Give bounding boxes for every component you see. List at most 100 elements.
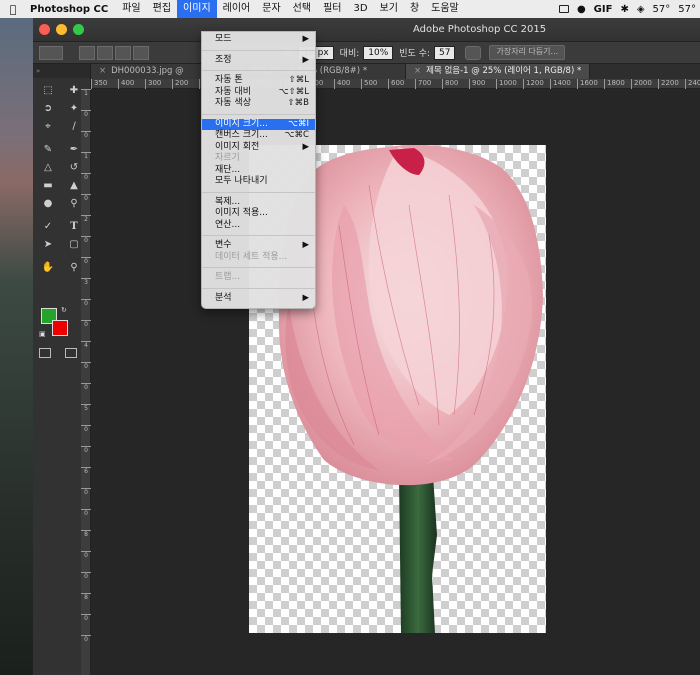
menu-separator (202, 287, 315, 289)
pen-tool-icon[interactable]: ✓ (37, 218, 59, 235)
ruler-tick-label: 0 (81, 194, 91, 202)
apple-menu-icon[interactable]:  (0, 3, 26, 16)
gif-icon[interactable]: GIF (594, 4, 613, 15)
ruler-tick-label: 0 (81, 383, 91, 391)
display-icon[interactable] (558, 5, 569, 13)
menu-item: 자르기 (202, 153, 315, 165)
menu-item-label: 조정 (215, 54, 232, 65)
ruler-tick-label: 2000 (631, 79, 652, 89)
canvas-area[interactable] (91, 89, 700, 675)
menubar-item[interactable]: 보기 (374, 0, 404, 18)
stamp-tool-icon[interactable]: △ (37, 159, 59, 176)
menu-item[interactable]: 모드 ▶ (202, 34, 315, 46)
user-icon[interactable]: ● (577, 4, 586, 15)
menu-item[interactable]: 이미지 회전 ▶ (202, 142, 315, 154)
menu-item[interactable]: 연산... (202, 220, 315, 232)
contrast-label: 대비: (339, 49, 360, 59)
menu-item[interactable]: 재단... (202, 165, 315, 177)
screen-mode-icon[interactable] (65, 348, 77, 358)
ruler-tick-label: 500 (361, 79, 377, 89)
quick-mask-icon[interactable] (39, 348, 51, 358)
menubar-item[interactable]: 선택 (287, 0, 317, 18)
ruler-tick-label: 800 (442, 79, 458, 89)
menubar-item[interactable]: 파일 (116, 0, 146, 18)
default-colors-icon[interactable]: ▣ (39, 330, 46, 338)
zoom-window-button[interactable] (73, 24, 84, 35)
marquee-tool-icon[interactable]: ⬚ (37, 82, 59, 99)
close-tab-icon[interactable]: × (414, 66, 421, 76)
lasso-tool-icon[interactable]: ➲ (37, 100, 59, 117)
eraser-tool-icon[interactable]: ▬ (37, 177, 59, 194)
ruler-tick-label: 8 (81, 530, 91, 538)
menu-item[interactable]: 분석 ▶ (202, 293, 315, 305)
frequency-input[interactable]: 57 (434, 45, 456, 60)
photoshop-window: Adobe Photoshop CC 2015 폭: 10 px 대비: 10%… (33, 18, 700, 675)
menu-separator (202, 70, 315, 71)
menu-item[interactable]: 변수 ▶ (202, 240, 315, 252)
new-selection-icon[interactable] (79, 45, 95, 60)
tools-panel-header[interactable]: » (33, 64, 90, 78)
ruler-tick-label: 1 (81, 89, 91, 97)
swap-colors-icon[interactable]: ↻ (61, 306, 67, 314)
menubar-item[interactable]: 이미지 (177, 0, 217, 18)
hand-tool-icon[interactable]: ✋ (37, 259, 59, 276)
add-selection-icon[interactable] (97, 45, 113, 60)
menu-item[interactable]: 자동 톤 ⇧⌘L (202, 75, 315, 87)
healing-brush-tool-icon[interactable]: ✎ (37, 141, 59, 158)
menu-item-label: 자동 대비 (215, 86, 251, 97)
wifi-icon[interactable]: ◈ (637, 4, 645, 15)
menu-item-label: 트랩... (215, 272, 241, 282)
ruler-tick-label: 0 (81, 614, 91, 622)
menu-item[interactable]: 이미지 크기... ⌥⌘I (202, 118, 315, 130)
menu-item[interactable]: 복제... (202, 197, 315, 209)
menubar-item[interactable]: 필터 (317, 0, 347, 18)
background-color-swatch[interactable] (52, 320, 68, 336)
menu-item[interactable]: 자동 색상 ⇧⌘B (202, 98, 315, 110)
menu-item-shortcut: ⌥⌘I (288, 118, 309, 129)
menu-item-label: 이미지 크기... (215, 118, 268, 129)
close-tab-icon[interactable]: × (99, 66, 106, 76)
menu-item: 데이터 세트 적용... (202, 252, 315, 264)
menubar-item[interactable]: 문자 (256, 0, 286, 18)
menu-separator (202, 113, 315, 115)
refine-edge-button[interactable]: 가장자리 다듬기... (489, 45, 566, 60)
status-area: ● GIF ✱ ◈ 57° 57° (558, 4, 700, 15)
menubar-item[interactable]: 편집 (147, 0, 177, 18)
menubar-item[interactable]: 창 (404, 0, 425, 18)
pen-pressure-icon[interactable] (465, 45, 482, 60)
ruler-tick-label: 0 (81, 425, 91, 433)
menu-item[interactable]: 이미지 적용... (202, 208, 315, 220)
subtract-selection-icon[interactable] (115, 45, 131, 60)
ruler-tick-label: 6 (81, 467, 91, 475)
path-selection-tool-icon[interactable]: ➤ (37, 236, 59, 253)
app-menu[interactable]: Photoshop CC (26, 4, 116, 15)
ruler-tick-label: 600 (388, 79, 404, 89)
image-menu-dropdown: 모드 ▶ 조정 ▶ 자동 톤 ⇧⌘L 자동 대비 ⌥⇧⌘L 자동 색상 ⇧⌘B 이미지 크기... ⌥… (201, 31, 316, 309)
contrast-input[interactable]: 10% (363, 45, 394, 60)
intersect-selection-icon[interactable] (133, 45, 149, 60)
ruler-tick-label: 1200 (523, 79, 544, 89)
menubar-item[interactable]: 레이어 (217, 0, 257, 18)
blur-tool-icon[interactable]: ● (37, 195, 59, 212)
document-tab[interactable]: × 제목 없음-1 @ 25% (레이어 1, RGB/8) * (406, 64, 591, 79)
submenu-arrow-icon: ▶ (302, 240, 309, 250)
minimize-window-button[interactable] (56, 24, 67, 35)
menu-item-label: 분석 (215, 292, 232, 303)
tool-preset-icon[interactable] (39, 45, 63, 60)
bluetooth-icon[interactable]: ✱ (620, 4, 628, 15)
menu-item[interactable]: 모두 나타내기 (202, 176, 315, 188)
ruler-tick-label: 0 (81, 236, 91, 244)
menubar-item[interactable]: 3D (347, 0, 373, 18)
ruler-tick-label: 400 (118, 79, 134, 89)
submenu-arrow-icon: ▶ (302, 141, 309, 152)
menu-separator (202, 235, 315, 236)
menu-item[interactable]: 캔버스 크기... ⌥⌘C (202, 130, 315, 142)
close-window-button[interactable] (39, 24, 50, 35)
menu-item[interactable]: 조정 ▶ (202, 55, 315, 67)
ruler-tick-label: 2200 (658, 79, 679, 89)
crop-tool-icon[interactable]: ⌖ (37, 118, 59, 135)
ruler-tick-label: 400 (334, 79, 350, 89)
menu-item[interactable]: 자동 대비 ⌥⇧⌘L (202, 87, 315, 99)
menubar-item[interactable]: 도움말 (425, 0, 465, 18)
menu-item-label: 이미지 적용... (215, 208, 268, 218)
